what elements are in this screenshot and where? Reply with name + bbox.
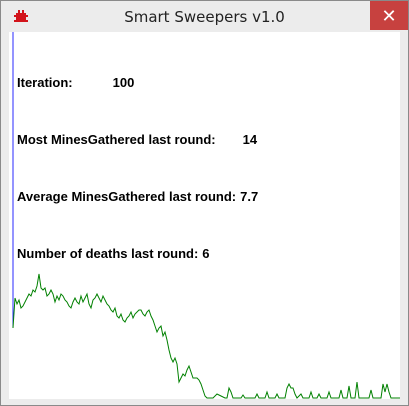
- iteration-label: Iteration:: [17, 75, 73, 90]
- deaths-stat: Number of deaths last round: 6: [17, 244, 258, 263]
- most-mines-stat: Most MinesGathered last round: 14: [17, 130, 258, 149]
- deaths-value: 6: [202, 246, 210, 261]
- deaths-label: Number of deaths last round:: [17, 246, 199, 261]
- average-mines-label: Average MinesGathered last round:: [17, 189, 237, 204]
- client-area: Iteration: 100 Most MinesGathered last ro…: [9, 32, 400, 399]
- title-bar[interactable]: Smart Sweepers v1.0 ✕: [1, 1, 408, 32]
- close-button[interactable]: ✕: [370, 1, 408, 30]
- average-mines-value: 7.7: [240, 189, 259, 204]
- most-mines-label: Most MinesGathered last round:: [17, 132, 216, 147]
- close-icon: ✕: [381, 5, 397, 26]
- stats-panel: Iteration: 100 Most MinesGathered last ro…: [17, 35, 258, 301]
- app-window: Smart Sweepers v1.0 ✕ Iteration: 100 Most…: [0, 0, 409, 406]
- iteration-stat: Iteration: 100: [17, 73, 258, 92]
- window-title: Smart Sweepers v1.0: [124, 8, 285, 26]
- most-mines-value: 14: [242, 132, 258, 147]
- average-mines-stat: Average MinesGathered last round: 7.7: [17, 187, 258, 206]
- iteration-value: 100: [112, 75, 135, 90]
